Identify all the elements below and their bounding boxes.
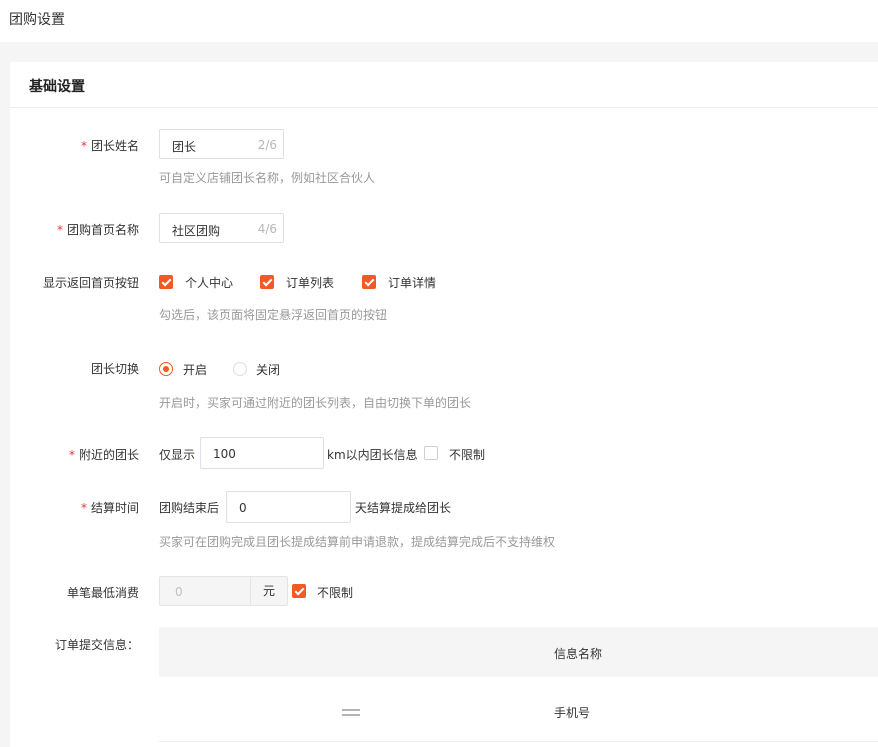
settlement-label: * 结算时间 <box>80 501 139 515</box>
order-info-label: 订单提交信息： <box>54 638 139 652</box>
checkbox-order-detail[interactable] <box>362 275 376 289</box>
required-mark: * <box>68 448 75 462</box>
table-row <box>159 677 878 742</box>
leader-switch-help: 开启时，买家可通过附近的团长列表，自由切换下单的团长 <box>159 396 472 410</box>
column-header: 信息名称 <box>554 647 603 661</box>
settlement-days-input[interactable]: 0 <box>226 491 351 523</box>
leader-name-input[interactable]: 团长 2/6 <box>159 129 284 159</box>
radio-on[interactable] <box>159 362 173 376</box>
section-title: 基础设置 <box>29 79 85 95</box>
nearby-label: * 附近的团长 <box>68 448 139 462</box>
back-home-help: 勾选后，该页面将固定悬浮返回首页的按钮 <box>159 308 388 322</box>
checkbox-label: 不限制 <box>449 448 486 462</box>
checkbox-label: 订单详情 <box>388 276 437 290</box>
required-mark: * <box>80 501 87 515</box>
min-spend-input[interactable]: 0 <box>159 576 251 606</box>
order-info-table-header: 信息名称 <box>159 627 878 677</box>
settlement-prefix: 团购结束后 <box>159 501 220 515</box>
settlement-help: 买家可在团购完成且团长提成结算前申请退款，提成结算完成后不支持维权 <box>159 535 556 549</box>
checkbox-order-list[interactable] <box>260 275 274 289</box>
min-spend-unlimited-checkbox[interactable] <box>292 584 306 598</box>
min-spend-label: 单笔最低消费 <box>66 586 139 600</box>
page-title: 团购设置 <box>9 12 65 28</box>
nearby-distance-input[interactable]: 100 <box>200 437 324 469</box>
nearby-suffix: km以内团长信息 <box>327 448 418 462</box>
settlement-suffix: 天结算提成给团长 <box>355 501 452 515</box>
checkbox-label: 订单列表 <box>286 276 335 290</box>
required-mark: * <box>56 223 63 237</box>
radio-off[interactable] <box>233 362 247 376</box>
home-name-label: * 团购首页名称 <box>56 223 139 237</box>
char-count: 4/6 <box>257 222 277 236</box>
nearby-prefix: 仅显示 <box>159 448 196 462</box>
page-header: 团购设置 <box>0 0 878 42</box>
radio-label: 开启 <box>183 363 208 377</box>
radio-label: 关闭 <box>256 363 281 377</box>
checkbox-label: 个人中心 <box>185 276 234 290</box>
leader-switch-label: 团长切换 <box>90 362 139 376</box>
leader-name-help: 可自定义店铺团长名称，例如社区合伙人 <box>159 171 376 185</box>
home-name-input[interactable]: 社区团购 4/6 <box>159 213 284 243</box>
drag-handle-icon[interactable] <box>342 709 360 717</box>
min-spend-unit: 元 <box>251 576 288 606</box>
settings-card: 基础设置 * 团长姓名 团长 2/6 可自定义店铺团长名称，例如社区合伙人 * 团购… <box>10 62 878 747</box>
checkbox-label: 不限制 <box>317 586 354 600</box>
checkbox-personal-center[interactable] <box>159 275 173 289</box>
nearby-unlimited-checkbox[interactable] <box>424 446 438 460</box>
table-cell-name: 手机号 <box>554 706 591 720</box>
section-header: 基础设置 <box>10 62 878 108</box>
leader-name-label: * 团长姓名 <box>80 139 139 153</box>
char-count: 2/6 <box>257 138 277 152</box>
back-home-label: 显示返回首页按钮 <box>42 276 139 290</box>
required-mark: * <box>80 139 87 153</box>
